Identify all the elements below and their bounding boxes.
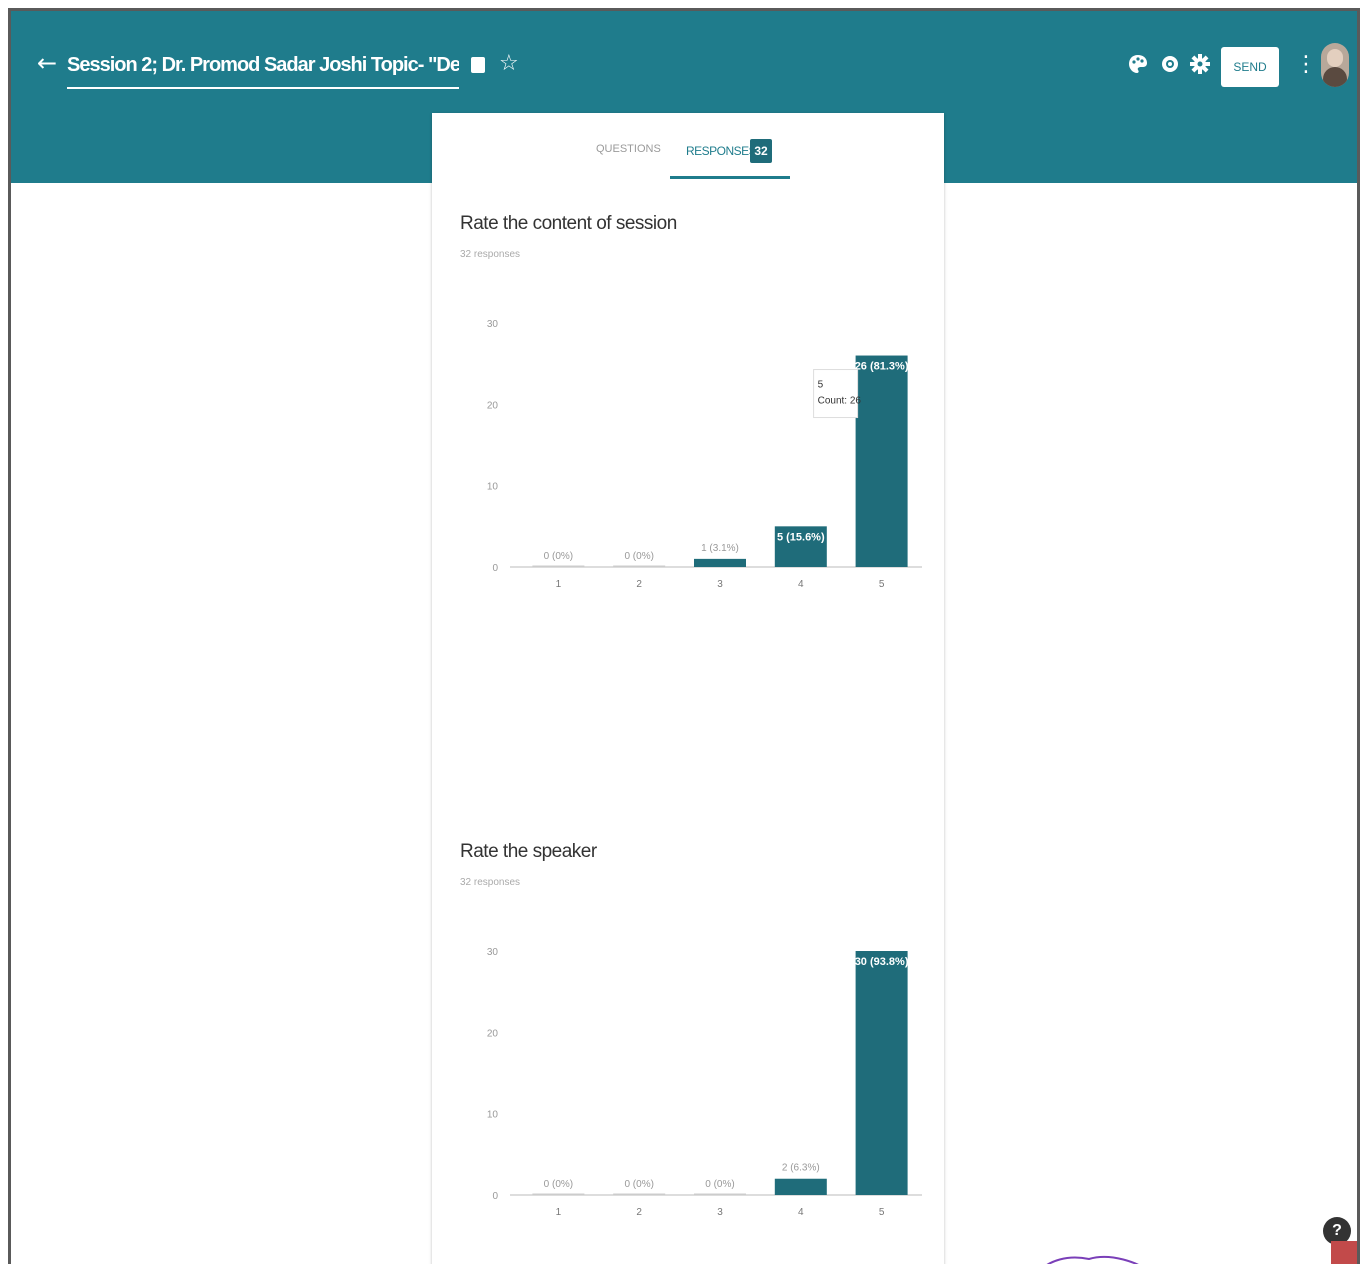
y-tick-label: 30 xyxy=(487,319,499,330)
bar xyxy=(855,951,908,1195)
chart-content-rating: 0 10 20 30 1 0 (0%) 2 0 (0%) 3 1 (3.1%) 4 5 (15.6%)… xyxy=(487,319,922,590)
bar xyxy=(694,1193,746,1195)
responses-count-badge: 32 xyxy=(750,139,772,163)
x-tick-label: 3 xyxy=(717,1207,723,1218)
bar xyxy=(532,1193,585,1195)
bar xyxy=(613,565,666,567)
preview-eye-icon[interactable] xyxy=(1159,53,1181,75)
tab-responses-label: RESPONSES xyxy=(686,144,757,158)
question-1-response-count: 32 responses xyxy=(460,249,521,260)
x-tick-label: 2 xyxy=(636,1207,642,1218)
x-tick-label: 1 xyxy=(556,579,562,590)
bar xyxy=(855,355,908,567)
corner-mark xyxy=(1331,1241,1357,1264)
bar xyxy=(694,558,746,567)
bar xyxy=(613,1193,666,1195)
data-label: 0 (0%) xyxy=(705,1179,734,1190)
folder-icon[interactable] xyxy=(471,57,485,73)
tooltip-box xyxy=(813,369,859,419)
tab-responses[interactable]: RESPONSES 32 xyxy=(670,127,790,179)
x-tick-label: 4 xyxy=(798,1207,804,1218)
data-label: 1 (3.1%) xyxy=(701,543,739,554)
question-2-response-count: 32 responses xyxy=(460,877,521,888)
arrow-left-icon[interactable]: ← xyxy=(35,51,59,75)
y-tick-label: 10 xyxy=(487,1110,499,1121)
data-label: 0 (0%) xyxy=(624,551,653,562)
data-label: 5 (15.6%) xyxy=(777,531,825,543)
avatar-face xyxy=(1327,49,1343,67)
bar xyxy=(774,1178,827,1195)
question-1-title: Rate the content of session xyxy=(460,213,677,234)
tooltip-category: 5 xyxy=(818,380,824,391)
star-icon[interactable]: ☆ xyxy=(499,53,521,75)
chart-speaker-rating: 0 10 20 30 1 0 (0%) 2 0 (0%) 3 0 (0%) 4 2 (6.3%) 5 30… xyxy=(487,947,922,1218)
bar xyxy=(532,565,585,567)
send-button[interactable]: SEND xyxy=(1221,47,1279,87)
data-label: 0 (0%) xyxy=(544,1179,573,1190)
data-label: 26 (81.3%) xyxy=(855,361,909,373)
y-tick-label: 10 xyxy=(487,482,499,493)
y-tick-label: 20 xyxy=(487,400,499,411)
data-label: 30 (93.8%) xyxy=(855,956,909,968)
palette-icon[interactable] xyxy=(1127,53,1149,75)
data-label: 0 (0%) xyxy=(544,551,573,562)
avatar[interactable] xyxy=(1321,43,1349,87)
tooltip-count: Count: 26 xyxy=(818,396,862,407)
y-tick-label: 0 xyxy=(492,1191,498,1202)
x-tick-label: 3 xyxy=(717,579,723,590)
form-title[interactable]: Session 2; Dr. Promod Sadar Joshi Topic-… xyxy=(67,51,459,89)
handwritten-scribble xyxy=(1046,1255,1139,1264)
avatar-body xyxy=(1323,67,1347,87)
more-vert-icon[interactable]: ⋮ xyxy=(1295,51,1317,79)
y-tick-label: 20 xyxy=(487,1028,499,1039)
settings-gear-icon[interactable] xyxy=(1189,53,1211,75)
x-tick-label: 1 xyxy=(556,1207,562,1218)
data-label: 0 (0%) xyxy=(624,1179,653,1190)
responses-card: QUESTIONS RESPONSES 32 Rate the content … xyxy=(432,113,944,1264)
y-tick-label: 30 xyxy=(487,947,499,958)
y-tick-label: 0 xyxy=(492,563,498,574)
tab-questions[interactable]: QUESTIONS xyxy=(596,139,661,159)
x-tick-label: 5 xyxy=(879,1207,885,1218)
x-tick-label: 5 xyxy=(879,579,885,590)
window-frame: ← Session 2; Dr. Promod Sadar Joshi Topi… xyxy=(8,8,1360,1264)
x-tick-label: 4 xyxy=(798,579,804,590)
x-tick-label: 2 xyxy=(636,579,642,590)
data-label: 2 (6.3%) xyxy=(782,1163,820,1174)
tab-bar: QUESTIONS RESPONSES 32 xyxy=(432,113,944,185)
question-2-title: Rate the speaker xyxy=(460,841,597,862)
